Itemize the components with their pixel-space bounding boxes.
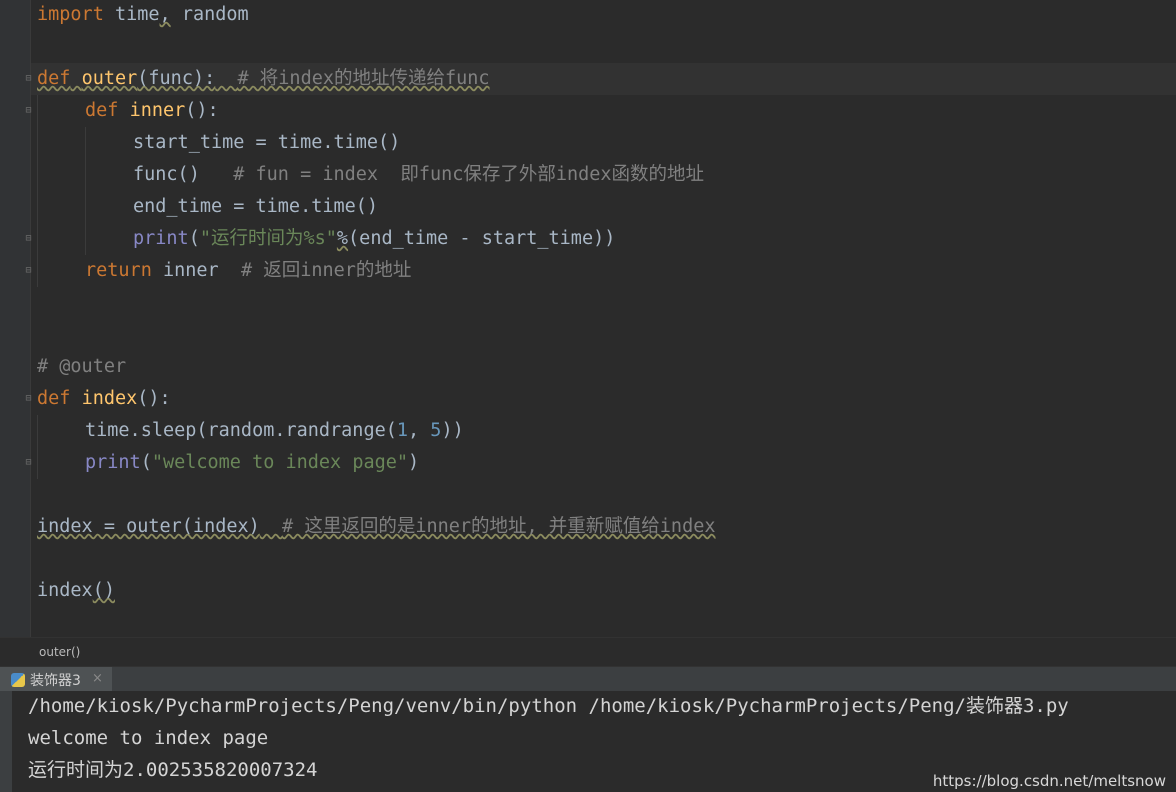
code-line-3: def outer(func): # 将index的地址传递给func (37, 63, 490, 95)
keyword: def (37, 388, 71, 409)
indent-guide (37, 95, 38, 287)
indent-guide (85, 127, 86, 255)
gutter-separator (30, 0, 31, 637)
code-line-17: index = outer(index) # 这里返回的是inner的地址, 并… (37, 511, 715, 543)
params: (): (137, 388, 171, 409)
code-line-13: def index(): (37, 383, 171, 415)
builtin-print: print (133, 228, 189, 249)
builtin-print: print (85, 452, 141, 473)
string-literal: "运行时间为%s" (199, 228, 337, 249)
fold-close-icon[interactable]: ⊟ (23, 457, 34, 468)
comma: , (159, 4, 171, 25)
console-line: /home/kiosk/PycharmProjects/Peng/venv/bi… (28, 695, 1069, 717)
fold-close-icon[interactable]: ⊟ (23, 233, 34, 244)
fold-close-icon[interactable]: ⊟ (23, 265, 34, 276)
paren: ) (408, 452, 420, 473)
code-line-12: # @outer (37, 356, 127, 377)
code-line-8: print("运行时间为%s"%(end_time - start_time)) (133, 223, 615, 255)
comment: # fun = index 即func保存了外部index函数的地址 (233, 164, 705, 185)
breadcrumb[interactable]: outer() (0, 637, 1176, 667)
fold-open-icon[interactable]: ⊟ (23, 105, 34, 116)
keyword: def (37, 68, 71, 89)
python-icon (11, 672, 25, 687)
code-line-19: index() (37, 575, 115, 607)
breadcrumb-item[interactable]: outer() (39, 645, 80, 659)
separator: , (408, 420, 431, 441)
close-icon[interactable]: × (92, 671, 103, 686)
fold-open-icon[interactable]: ⊟ (23, 393, 34, 404)
console-toolbar (0, 691, 12, 792)
number: 1 (396, 420, 409, 441)
line-gutter[interactable] (0, 0, 30, 637)
params: (func): (137, 68, 216, 89)
run-tab[interactable]: 装饰器3 × (0, 667, 112, 692)
console-line: welcome to index page (28, 727, 269, 749)
watermark: https://blog.csdn.net/meltsnow (932, 772, 1166, 790)
paren: ( (188, 228, 200, 249)
code-line-5: start_time = time.time() (133, 132, 401, 153)
paren: ( (140, 452, 152, 473)
string-literal: "welcome to index page" (151, 452, 409, 473)
call-parens: () (92, 580, 115, 601)
code-line-6: func() # fun = index 即func保存了外部index函数的地… (133, 159, 704, 191)
code: func() (133, 164, 200, 185)
code: time.sleep(random.randrange( (85, 420, 397, 441)
run-tab-label: 装饰器3 (30, 672, 81, 689)
code-line-15: print("welcome to index page") (85, 447, 419, 479)
return-value: inner (162, 260, 219, 281)
module-name: random (181, 4, 249, 25)
fold-open-icon[interactable]: ⊟ (23, 73, 34, 84)
code-line-4: def inner(): (85, 95, 219, 127)
function-name: outer (81, 68, 138, 89)
comment: # 将index的地址传递给func (237, 68, 490, 89)
percent-operator: % (336, 228, 349, 249)
keyword: return (85, 260, 152, 281)
comment: # 返回inner的地址 (240, 260, 412, 281)
expression: (end_time - start_time)) (348, 228, 616, 249)
number: 5 (430, 420, 442, 441)
code-line-7: end_time = time.time() (133, 196, 379, 217)
console-line: 运行时间为2.002535820007324 (28, 759, 318, 781)
comment: # 这里返回的是inner的地址, 并重新赋值给index (282, 516, 716, 537)
function-name: inner (129, 100, 186, 121)
indent-guide (37, 415, 38, 479)
paren: )) (441, 420, 464, 441)
run-tab-bar: 装饰器3 × (0, 666, 1176, 692)
code-line-1: import time, random (37, 0, 249, 31)
code-line-14: time.sleep(random.randrange(1, 5)) (85, 415, 464, 447)
module-name: time (114, 4, 160, 25)
function-name: index (81, 388, 138, 409)
keyword: def (85, 100, 119, 121)
params: (): (185, 100, 219, 121)
code: index (37, 580, 93, 601)
code: index = outer(index) (37, 516, 260, 537)
code-line-9: return inner # 返回inner的地址 (85, 255, 411, 287)
keyword: import (37, 4, 104, 25)
code-editor[interactable]: ⊟ ⊟ ⊟ ⊟ ⊟ ⊟ import time, random def oute… (0, 0, 1176, 637)
